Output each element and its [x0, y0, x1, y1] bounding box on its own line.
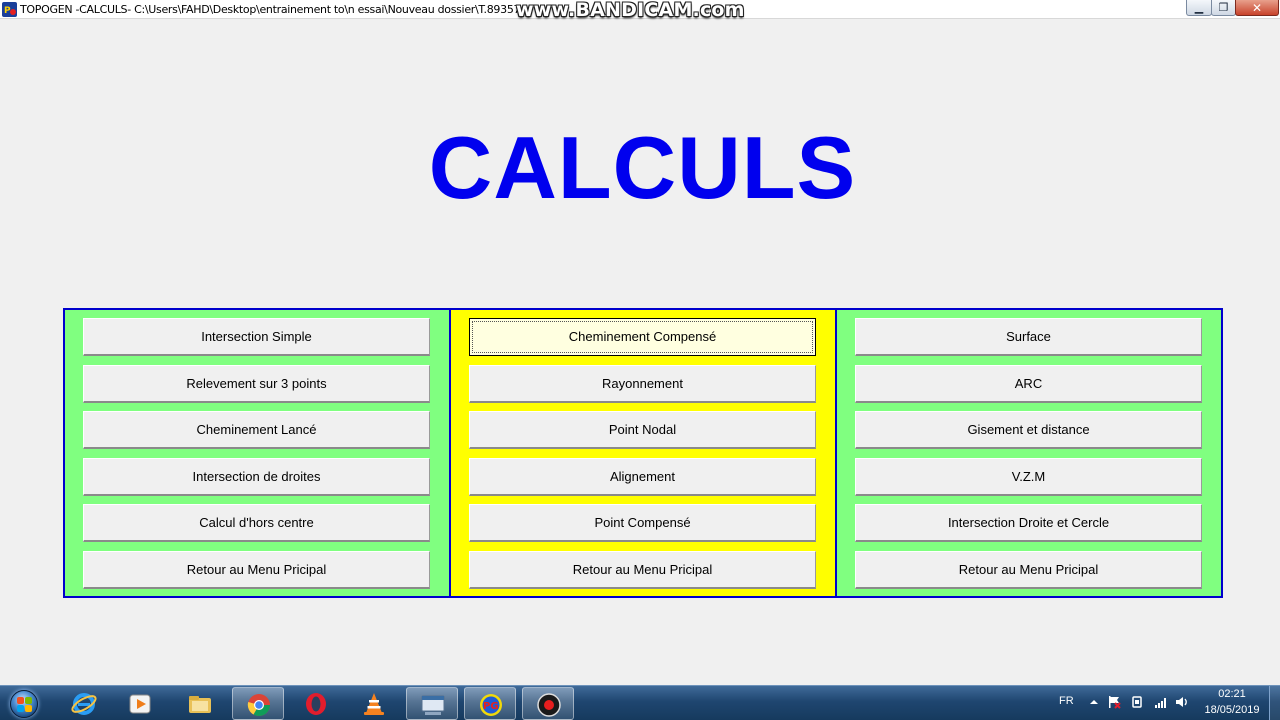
taskbar-app-chrome[interactable] — [232, 687, 284, 720]
taskbar-app-file-explorer[interactable] — [174, 687, 226, 720]
page-title: CALCULS — [428, 118, 857, 217]
internet-explorer-icon — [71, 693, 97, 715]
maximize-button[interactable]: ❐ — [1211, 0, 1236, 16]
close-icon: ✕ — [1251, 1, 1263, 15]
action-center-flag-icon[interactable] — [1107, 695, 1121, 709]
intersection-simple-button[interactable]: Intersection Simple — [83, 318, 430, 356]
clock-date[interactable]: 18/05/2019 — [1202, 704, 1262, 716]
calcul-hors-centre-button[interactable]: Calcul d'hors centre — [83, 504, 430, 542]
safely-remove-hardware-icon[interactable] — [1130, 695, 1144, 709]
point-compense-button[interactable]: Point Compensé — [469, 504, 816, 542]
window-title: TOPOGEN -CALCULS- C:\Users\FAHD\Desktop\… — [20, 3, 521, 16]
show-desktop-button[interactable] — [1269, 686, 1280, 720]
vzm-button[interactable]: V.Z.M — [855, 458, 1202, 496]
minimize-icon: ▁ — [1194, 1, 1204, 14]
taskbar-app-vlc[interactable] — [348, 687, 400, 720]
window-titlebar[interactable]: P TOPOGEN -CALCULS- C:\Users\FAHD\Deskto… — [0, 0, 1280, 21]
retour-menu-left-button[interactable]: Retour au Menu Pricipal — [83, 551, 430, 589]
taskbar-app-media-player[interactable] — [114, 687, 166, 720]
vlc-icon — [364, 693, 384, 715]
restore-icon: ❐ — [1218, 1, 1229, 14]
start-button[interactable] — [4, 687, 44, 720]
panel-left: Intersection Simple Relevement sur 3 poi… — [63, 308, 451, 598]
arc-button[interactable]: ARC — [855, 365, 1202, 403]
svg-text:PG: PG — [483, 701, 499, 712]
retour-menu-right-button[interactable]: Retour au Menu Pricipal — [855, 551, 1202, 589]
surface-button[interactable]: Surface — [855, 318, 1202, 356]
recording-watermark: www.BANDICAM.com — [516, 0, 745, 21]
volume-speaker-icon[interactable] — [1175, 695, 1189, 709]
panel-middle: Cheminement Compensé Rayonnement Point N… — [449, 308, 837, 598]
alignement-button[interactable]: Alignement — [469, 458, 816, 496]
clock-time[interactable]: 02:21 — [1202, 688, 1262, 700]
network-signal-icon[interactable] — [1154, 695, 1168, 709]
taskbar-app-opera[interactable] — [290, 687, 342, 720]
topogen-app-icon: P — [2, 2, 17, 17]
taskbar-app-internet-explorer[interactable] — [58, 687, 110, 720]
windows-logo-icon — [10, 690, 38, 718]
chrome-icon — [247, 694, 270, 716]
intersection-droites-button[interactable]: Intersection de droites — [83, 458, 430, 496]
svg-text:P: P — [4, 6, 11, 16]
taskbar-app-ptg[interactable]: PG — [464, 687, 516, 720]
ptg-app-icon: PG — [480, 694, 502, 716]
file-explorer-icon — [189, 696, 211, 713]
relevement-3-points-button[interactable]: Relevement sur 3 points — [83, 365, 430, 403]
taskbar-app-bandicam[interactable] — [522, 687, 574, 720]
show-hidden-icons-icon[interactable] — [1087, 695, 1101, 709]
minimize-button[interactable]: ▁ — [1186, 0, 1212, 16]
opera-icon — [306, 693, 326, 715]
retour-menu-middle-button[interactable]: Retour au Menu Pricipal — [469, 551, 816, 589]
cheminement-compense-button[interactable]: Cheminement Compensé — [469, 318, 816, 356]
topogen-window-icon — [421, 695, 445, 715]
panel-right: Surface ARC Gisement et distance V.Z.M I… — [835, 308, 1223, 598]
close-button[interactable]: ✕ — [1235, 0, 1279, 16]
point-nodal-button[interactable]: Point Nodal — [469, 411, 816, 449]
rayonnement-button[interactable]: Rayonnement — [469, 365, 816, 403]
input-language[interactable]: FR — [1059, 695, 1074, 707]
cheminement-lance-button[interactable]: Cheminement Lancé — [83, 411, 430, 449]
media-player-icon — [129, 694, 151, 714]
bandicam-record-icon — [537, 693, 561, 717]
intersection-droite-cercle-button[interactable]: Intersection Droite et Cercle — [855, 504, 1202, 542]
taskbar-app-topogen-window[interactable] — [406, 687, 458, 720]
gisement-distance-button[interactable]: Gisement et distance — [855, 411, 1202, 449]
